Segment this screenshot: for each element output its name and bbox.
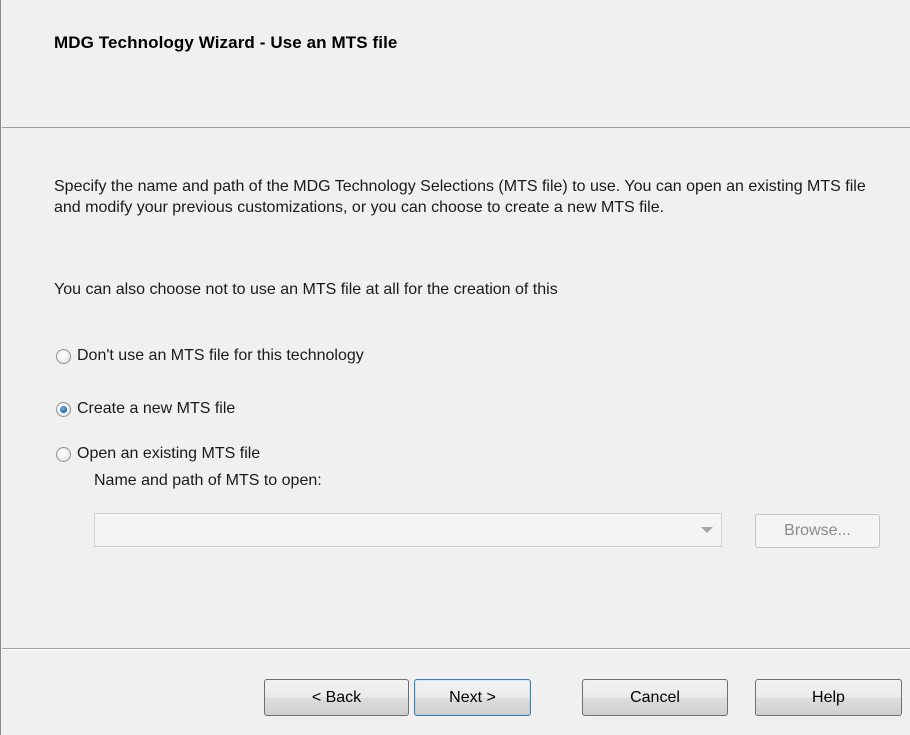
back-button[interactable]: < Back <box>264 679 409 716</box>
help-button[interactable]: Help <box>755 679 902 716</box>
option-label: Create a new MTS file <box>77 400 236 417</box>
option-label: Don't use an MTS file for this technolog… <box>77 347 364 364</box>
next-button[interactable]: Next > <box>414 679 531 716</box>
radio-unselected-icon[interactable] <box>56 348 71 364</box>
mts-path-combobox[interactable] <box>94 513 722 547</box>
option-dont-use-mts[interactable]: Don't use an MTS file for this technolog… <box>56 345 364 367</box>
mts-path-label: Name and path of MTS to open: <box>94 472 322 489</box>
radio-unselected-icon[interactable] <box>56 446 71 462</box>
browse-button[interactable]: Browse... <box>755 514 880 548</box>
cancel-button[interactable]: Cancel <box>582 679 728 716</box>
wizard-footer: < Back Next > Cancel Help <box>2 650 910 735</box>
page-title: MDG Technology Wizard - Use an MTS file <box>54 33 398 52</box>
instructions-text: Specify the name and path of the MDG Tec… <box>54 178 866 216</box>
radio-selected-icon[interactable] <box>56 401 71 417</box>
chevron-down-icon[interactable] <box>701 527 713 533</box>
wizard-dialog: MDG Technology Wizard - Use an MTS file … <box>0 0 910 735</box>
note-text: You can also choose not to use an MTS fi… <box>54 281 558 298</box>
option-label: Open an existing MTS file <box>77 445 261 462</box>
wizard-body: Specify the name and path of the MDG Tec… <box>2 128 910 648</box>
option-create-new-mts[interactable]: Create a new MTS file <box>56 398 235 420</box>
option-open-existing-mts[interactable]: Open an existing MTS file <box>56 443 260 465</box>
wizard-header: MDG Technology Wizard - Use an MTS file <box>2 0 910 128</box>
